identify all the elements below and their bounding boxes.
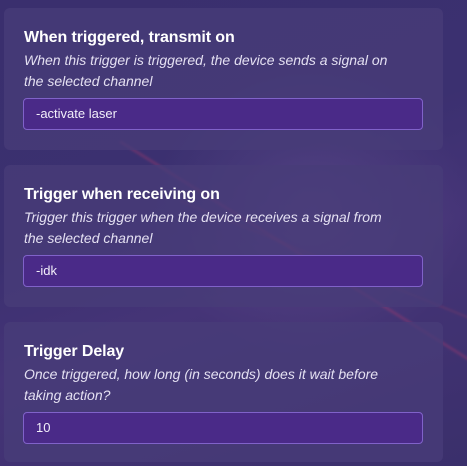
setting-description: Once triggered, how long (in seconds) do… (24, 366, 379, 403)
setting-description: When this trigger is triggered, the devi… (24, 52, 388, 89)
setting-panel-receive-channel: Trigger when receiving on Trigger this t… (4, 165, 443, 307)
setting-title: Trigger Delay (24, 343, 125, 360)
trigger-delay-input[interactable]: 10 (23, 412, 423, 444)
transmit-channel-input[interactable]: -activate laser (23, 98, 423, 130)
receive-channel-input[interactable]: -idk (23, 255, 423, 287)
setting-panel-trigger-delay: Trigger Delay Once triggered, how long (… (4, 322, 443, 462)
setting-title: Trigger when receiving on (24, 186, 220, 203)
setting-title: When triggered, transmit on (24, 29, 235, 46)
setting-panel-transmit-channel: When triggered, transmit on When this tr… (4, 8, 443, 150)
setting-description: Trigger this trigger when the device rec… (24, 209, 382, 246)
